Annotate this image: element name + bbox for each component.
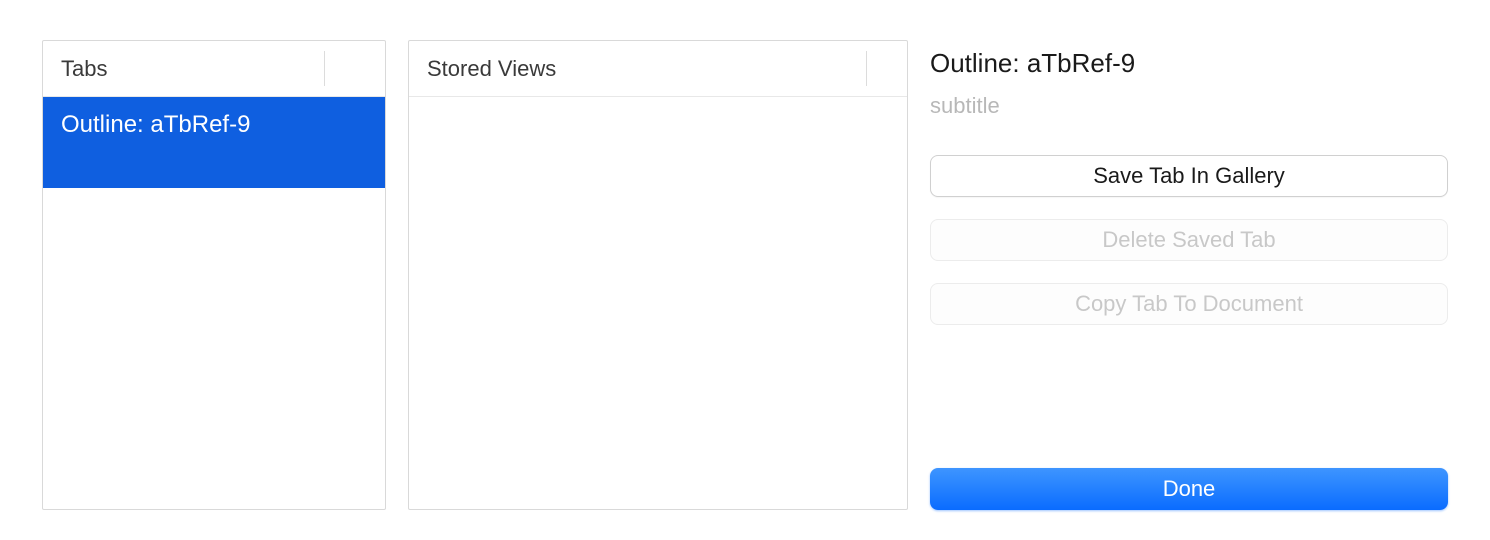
- tabs-list-body[interactable]: Outline: aTbRef-9: [43, 97, 385, 509]
- detail-title: Outline: aTbRef-9: [930, 48, 1448, 79]
- stored-views-header[interactable]: Stored Views: [409, 41, 907, 97]
- stored-views-header-label: Stored Views: [427, 56, 556, 82]
- tabs-list-panel: Tabs Outline: aTbRef-9: [42, 40, 386, 510]
- column-divider: [324, 51, 325, 86]
- detail-panel: Outline: aTbRef-9 Save Tab In Gallery De…: [930, 40, 1448, 510]
- tabs-list-header[interactable]: Tabs: [43, 41, 385, 97]
- done-button[interactable]: Done: [930, 468, 1448, 510]
- save-tab-in-gallery-button[interactable]: Save Tab In Gallery: [930, 155, 1448, 197]
- subtitle-input[interactable]: [930, 93, 1448, 119]
- tabs-list-item[interactable]: Outline: aTbRef-9: [43, 97, 385, 188]
- column-divider: [866, 51, 867, 86]
- stored-views-panel: Stored Views: [408, 40, 908, 510]
- delete-saved-tab-button: Delete Saved Tab: [930, 219, 1448, 261]
- tabs-list-header-label: Tabs: [61, 56, 107, 82]
- spacer: [930, 347, 1448, 468]
- tabs-list-item-label: Outline: aTbRef-9: [61, 111, 250, 138]
- stored-views-body[interactable]: [409, 97, 907, 509]
- tabs-gallery-dialog: Tabs Outline: aTbRef-9 Stored Views Outl…: [0, 0, 1490, 540]
- copy-tab-to-document-button: Copy Tab To Document: [930, 283, 1448, 325]
